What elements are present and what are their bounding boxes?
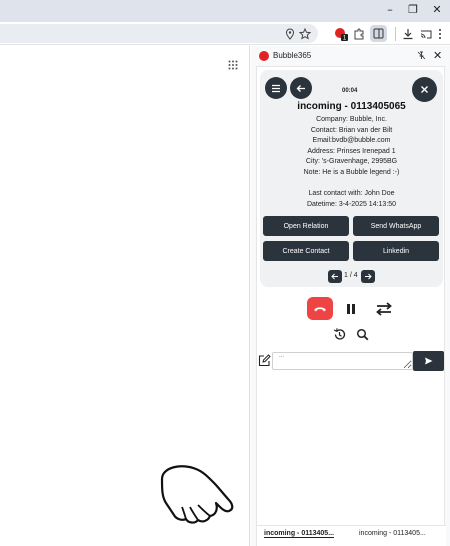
location-icon[interactable] [282, 26, 298, 42]
previous-page-button[interactable] [328, 270, 342, 283]
next-page-button[interactable] [361, 270, 375, 283]
history-button[interactable] [332, 327, 346, 341]
call-title: incoming - 0113405065 [297, 101, 406, 112]
send-button[interactable] [413, 351, 444, 371]
send-icon [425, 357, 433, 365]
message-input[interactable] [272, 352, 413, 370]
pause-button[interactable] [344, 302, 358, 316]
tab-call-1[interactable]: incoming - 0113405... [264, 530, 335, 538]
hang-up-button[interactable] [307, 297, 333, 320]
note-text: Note: He is a Bubble legend :-) [303, 169, 400, 176]
hamburger-icon [272, 84, 280, 92]
pager-indicator: 1 / 4 [344, 272, 358, 279]
edit-note-button[interactable] [258, 354, 271, 367]
side-panel: Bubble365 ✕ 00:04 incoming - 0113405065 … [251, 46, 450, 546]
city-text: City: 's-Gravenhage, 2995BG [305, 158, 398, 165]
toolbar-separator [395, 27, 396, 41]
minimize-button[interactable]: – [380, 3, 400, 19]
close-icon [421, 86, 428, 93]
call-timer: 00:04 [342, 88, 358, 94]
email-text: Email:bvdb@bubble.com [312, 137, 391, 144]
search-icon [356, 328, 368, 340]
address-text: Address: Prinses Irenepad 1 [307, 148, 396, 155]
close-panel-button[interactable]: ✕ [433, 49, 442, 62]
apps-grid-icon[interactable] [228, 57, 238, 70]
edit-icon [258, 354, 271, 367]
bubble-extension-icon[interactable]: 1 [333, 26, 349, 42]
bubble-logo-icon [259, 51, 269, 61]
open-relation-button[interactable]: Open Relation [263, 216, 349, 236]
puzzle-extensions-icon[interactable] [351, 26, 367, 42]
linkedin-button[interactable]: Linkedin [353, 241, 439, 261]
history-icon [333, 327, 345, 340]
transfer-arrows-icon [376, 302, 392, 316]
side-panel-button[interactable] [370, 25, 387, 42]
address-bar[interactable] [0, 24, 318, 43]
close-call-button[interactable] [412, 77, 437, 102]
call-card: 00:04 incoming - 0113405065 Company: Bub… [260, 70, 443, 287]
side-panel-title: Bubble365 [273, 51, 312, 60]
search-button[interactable] [355, 327, 369, 341]
download-icon[interactable] [400, 26, 416, 42]
pause-icon [347, 304, 355, 314]
browser-titlebar: – ❐ ✕ [0, 0, 450, 22]
call-tabs: incoming - 0113405... incoming - 0113405… [257, 525, 446, 546]
arrow-right-icon [365, 273, 372, 280]
bookmark-star-icon[interactable] [297, 26, 313, 42]
send-whatsapp-button[interactable]: Send WhatsApp [353, 216, 439, 236]
restore-button[interactable]: ❐ [403, 3, 423, 19]
contact-text: Contact: Brian van der Bilt [310, 127, 393, 134]
close-window-button[interactable]: ✕ [427, 3, 447, 19]
more-menu-icon[interactable] [432, 26, 448, 42]
transfer-button[interactable] [374, 301, 394, 317]
arrow-left-icon [331, 273, 338, 280]
last-contact-text: Last contact with: John Doe [308, 190, 395, 197]
pointer-hand-icon [154, 461, 236, 527]
message-composer [257, 350, 446, 372]
unpin-icon[interactable] [417, 51, 426, 62]
back-button[interactable] [290, 77, 312, 99]
company-text: Company: Bubble, Inc. [316, 116, 387, 123]
tab-call-2[interactable]: incoming - 0113405... [359, 530, 426, 537]
create-contact-button[interactable]: Create Contact [263, 241, 349, 261]
bubble-app: 00:04 incoming - 0113405065 Company: Bub… [256, 66, 446, 546]
side-panel-icon [373, 28, 384, 39]
menu-button[interactable] [265, 77, 287, 99]
side-panel-header: Bubble365 ✕ [251, 46, 450, 66]
arrow-left-icon [296, 84, 305, 92]
datetime-text: Datetime: 3-4-2025 14:13:50 [306, 201, 397, 208]
phone-hangup-icon [314, 306, 326, 311]
